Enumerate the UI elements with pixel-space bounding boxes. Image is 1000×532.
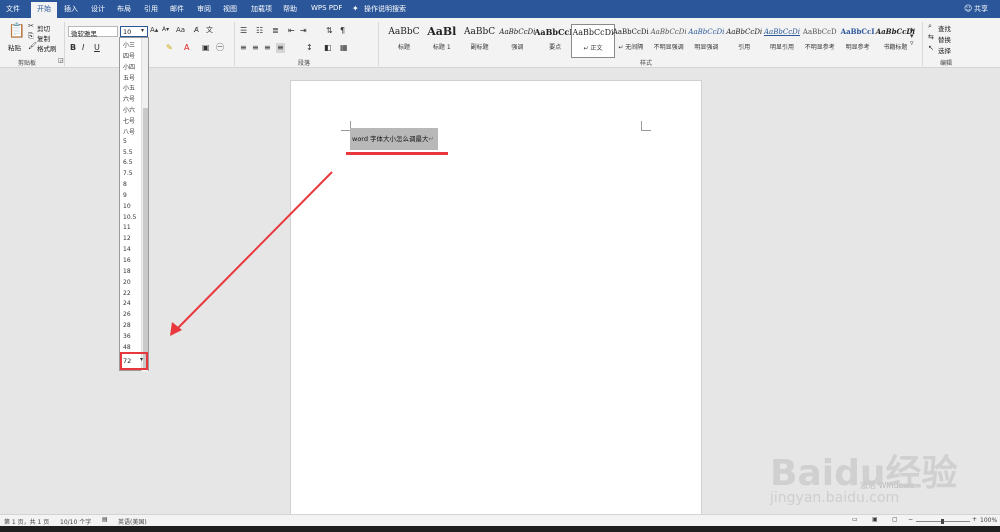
zoom-level[interactable]: 100%: [980, 517, 997, 524]
zoom-in-icon[interactable]: +: [972, 517, 977, 523]
print-layout-icon[interactable]: ▣: [872, 517, 878, 523]
taskbar: [0, 526, 1000, 532]
status-bar: 第 1 页，共 1 页 10/10 个字 ▤ 英语(美国) ▭ ▣ ▢ − + …: [0, 514, 1000, 526]
zoom-slider-thumb[interactable]: [941, 519, 944, 524]
arrow-shaft: [175, 171, 333, 331]
baidu-url-watermark: jingyan.baidu.com: [770, 490, 900, 506]
zoom-slider[interactable]: [916, 519, 970, 524]
word-count[interactable]: 10/10 个字: [60, 517, 91, 526]
baidu-watermark: Baidu经验: [770, 453, 958, 494]
arrow-head: [170, 322, 182, 336]
read-mode-icon[interactable]: ▭: [852, 517, 858, 523]
proofing-icon[interactable]: ▤: [102, 517, 108, 523]
page-count[interactable]: 第 1 页，共 1 页: [4, 517, 49, 526]
zoom-out-icon[interactable]: −: [908, 517, 913, 523]
language-status[interactable]: 英语(美国): [118, 517, 147, 526]
web-layout-icon[interactable]: ▢: [892, 517, 898, 523]
